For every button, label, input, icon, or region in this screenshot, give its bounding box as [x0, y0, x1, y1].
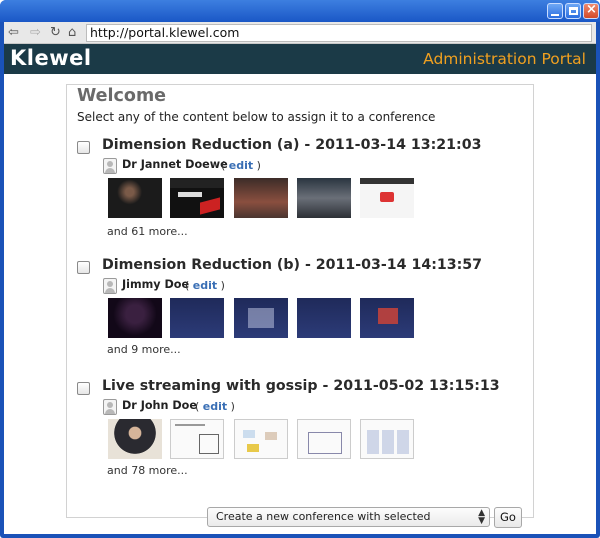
browser-toolbar: ⇦ ⇨ ↻ ⌂ http://portal.klewel.com	[4, 22, 596, 44]
thumbnail[interactable]	[297, 419, 351, 459]
address-bar[interactable]: http://portal.klewel.com	[86, 24, 592, 42]
edit-wrap: ( edit )	[185, 279, 225, 292]
more-count: and 9 more...	[107, 343, 181, 356]
minimize-icon[interactable]	[547, 3, 563, 19]
portal-title: Administration Portal	[423, 50, 586, 68]
edit-link[interactable]: edit	[193, 279, 217, 292]
thumbnail[interactable]	[297, 178, 351, 218]
thumbnail[interactable]	[108, 298, 162, 338]
more-count: and 61 more...	[107, 225, 188, 238]
thumbnail[interactable]	[108, 178, 162, 218]
speaker-name: Jimmy Doe	[122, 278, 190, 291]
select-value: Create a new conference with selected	[216, 510, 431, 523]
thumbnail[interactable]	[234, 178, 288, 218]
edit-open-paren: (	[221, 159, 226, 172]
thumbnail[interactable]	[360, 419, 414, 459]
page-subtitle: Select any of the content below to assig…	[77, 110, 436, 124]
site-header: Klewel Administration Portal	[4, 44, 596, 74]
main-panel: Welcome Select any of the content below …	[66, 84, 534, 528]
edit-close-paren: )	[230, 400, 235, 413]
thumbnail[interactable]	[234, 298, 288, 338]
arrow-right-icon[interactable]: ⇨	[30, 24, 41, 42]
session-title: Dimension Reduction (a) - 2011-03-14 13:…	[102, 137, 482, 153]
action-row: Create a new conference with selected ▲ ▼…	[207, 507, 522, 529]
maximize-icon[interactable]	[565, 3, 581, 19]
thumbnail[interactable]	[170, 419, 224, 459]
browser-content: ⇦ ⇨ ↻ ⌂ http://portal.klewel.com Klewel …	[4, 22, 596, 534]
session-checkbox[interactable]	[77, 261, 90, 274]
session-checkbox[interactable]	[77, 382, 90, 395]
edit-wrap: ( edit )	[195, 400, 235, 413]
edit-close-paren: )	[220, 279, 225, 292]
thumbnail[interactable]	[297, 298, 351, 338]
speaker-name: Dr Jannet Doewe	[122, 158, 228, 171]
session-title: Dimension Reduction (b) - 2011-03-14 14:…	[102, 257, 483, 273]
edit-wrap: ( edit )	[221, 159, 261, 172]
thumbnail[interactable]	[170, 298, 224, 338]
edit-link[interactable]: edit	[203, 400, 227, 413]
go-button[interactable]: Go	[494, 507, 522, 528]
edit-close-paren: )	[256, 159, 261, 172]
user-icon	[103, 278, 117, 294]
session-checkbox[interactable]	[77, 141, 90, 154]
page-title: Welcome	[77, 86, 167, 106]
reload-icon[interactable]: ↻	[50, 24, 61, 42]
window-titlebar: ×	[0, 0, 600, 22]
more-count: and 78 more...	[107, 464, 188, 477]
user-icon	[103, 399, 117, 415]
arrow-left-icon[interactable]: ⇦	[8, 24, 19, 42]
session-title: Live streaming with gossip - 2011-05-02 …	[102, 378, 500, 394]
edit-link[interactable]: edit	[229, 159, 253, 172]
thumbnail[interactable]	[360, 298, 414, 338]
thumbnail[interactable]	[108, 419, 162, 459]
conference-action-select[interactable]: Create a new conference with selected ▲ ▼	[207, 507, 490, 527]
thumbnail[interactable]	[360, 178, 414, 218]
speaker-name: Dr John Doe	[122, 399, 197, 412]
close-icon[interactable]: ×	[583, 2, 599, 19]
home-icon[interactable]: ⌂	[68, 24, 76, 42]
klewel-logo[interactable]: Klewel	[10, 46, 92, 70]
user-icon	[103, 158, 117, 174]
select-arrows-icon: ▲ ▼	[478, 508, 485, 526]
browser-window: × ⇦ ⇨ ↻ ⌂ http://portal.klewel.com Klewe…	[0, 0, 600, 538]
thumbnail[interactable]	[170, 178, 224, 218]
edit-open-paren: (	[185, 279, 190, 292]
thumbnail[interactable]	[234, 419, 288, 459]
edit-open-paren: (	[195, 400, 200, 413]
